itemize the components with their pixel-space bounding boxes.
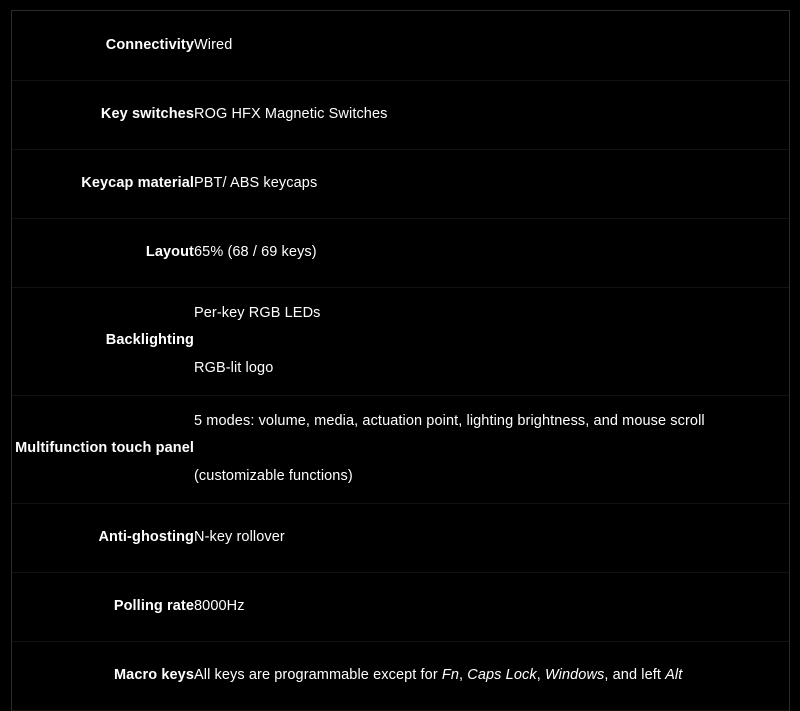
spec-label: Keycap material <box>81 174 194 191</box>
key-name-emphasis: Windows <box>544 666 605 683</box>
spec-label: Connectivity <box>105 36 194 53</box>
key-name-emphasis: Fn <box>441 666 460 683</box>
spec-value-line: All keys are programmable except for Fn,… <box>194 665 789 686</box>
spec-label: Macro keys <box>114 666 194 683</box>
spec-row: Layout 65% (68 / 69 keys) <box>12 218 789 287</box>
spec-label: Backlighting <box>105 332 194 349</box>
spec-row: Polling rate 8000Hz <box>12 572 789 641</box>
spec-value-line: 5 modes: volume, media, actuation point,… <box>194 412 705 429</box>
spec-value-text: All keys are programmable except for <box>194 666 442 683</box>
spec-row: Multifunction touch panel 5 modes: volume… <box>12 395 789 503</box>
spec-row: Macro keys All keys are programmable exce… <box>12 641 789 710</box>
spec-label: Anti-ghosting <box>98 528 194 545</box>
spec-value: Wired <box>194 11 789 80</box>
spec-value-line: 8000Hz <box>194 597 245 614</box>
spec-row: Keycap material PBT/ ABS keycaps <box>12 149 789 218</box>
spec-value-line: (customizable functions) <box>194 468 353 484</box>
spec-value: Per-key RGB LEDs RGB-lit logo <box>194 287 789 395</box>
spec-value-line: ROG HFX Magnetic Switches <box>194 105 388 122</box>
key-name-emphasis: Alt <box>665 666 683 683</box>
spec-value: ROG HFX Magnetic Switches <box>194 80 789 149</box>
spec-row: Backlighting Per-key RGB LEDs RGB-lit logo <box>12 287 789 395</box>
spec-value: 8000Hz <box>194 572 789 641</box>
spec-value: 65% (68 / 69 keys) <box>194 218 789 287</box>
spec-row: Key switches ROG HFX Magnetic Switches <box>12 80 789 149</box>
spec-value-text: , and left <box>604 666 666 683</box>
spec-label: Polling rate <box>113 597 194 614</box>
spec-value-line: Wired <box>194 36 233 53</box>
spec-value: PBT/ ABS keycaps <box>194 149 789 218</box>
spec-value: 5 modes: volume, media, actuation point,… <box>194 395 789 503</box>
spec-row: Connectivity Wired <box>12 11 789 80</box>
specifications-table-body: Connectivity Wired Key switches ROG HFX Mag… <box>12 11 789 710</box>
spec-value-line: Per-key RGB LEDs <box>194 304 321 321</box>
product-specifications-table: Connectivity Wired Key switches ROG HFX Mag… <box>12 11 789 711</box>
spec-row: Anti-ghosting N-key rollover <box>12 503 789 572</box>
spec-label: Multifunction touch panel <box>15 440 194 457</box>
spec-value-line: 65% (68 / 69 keys) <box>194 243 317 260</box>
spec-label: Layout <box>145 243 194 260</box>
spec-value: All keys are programmable except for Fn,… <box>194 641 789 710</box>
spec-value: N-key rollover <box>194 503 789 572</box>
spec-label: Key switches <box>100 105 194 122</box>
spec-value-line: PBT/ ABS keycaps <box>194 174 318 191</box>
specifications-table-container: Connectivity Wired Key switches ROG HFX Mag… <box>11 10 790 711</box>
spec-value-text: , <box>536 666 545 683</box>
spec-value-line: RGB-lit logo <box>194 360 274 376</box>
key-name-emphasis: Caps Lock <box>467 666 537 683</box>
spec-value-line: N-key rollover <box>194 528 285 545</box>
